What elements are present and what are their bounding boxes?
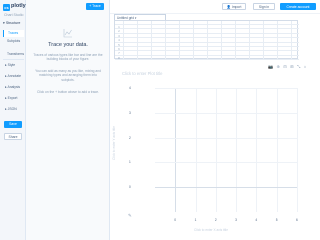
logo-mark: cs bbox=[3, 4, 10, 11]
grid-column-line bbox=[207, 21, 208, 60]
save-button[interactable]: Save bbox=[4, 121, 22, 128]
y-tick-label: 2 bbox=[129, 135, 131, 140]
y-tick-label: 4 bbox=[129, 86, 131, 90]
sidebar-item-label: Style bbox=[7, 63, 16, 67]
app-root: cs plotly Chart Studio ▾ Structure Trace… bbox=[0, 0, 320, 240]
y-gridline bbox=[155, 112, 297, 114]
grid-row-number: 4 bbox=[118, 39, 120, 43]
x-gridline bbox=[175, 88, 176, 212]
x-gridline bbox=[276, 88, 278, 212]
panel-text: Traces of various types like bar and lin… bbox=[33, 53, 103, 62]
sidebar-item-json[interactable]: ▸ JSON bbox=[3, 106, 24, 113]
x-tick-label: 2 bbox=[214, 218, 217, 222]
import-label: Import bbox=[231, 5, 242, 9]
y-tick-label: 3 bbox=[129, 110, 131, 115]
logo-subtitle: Chart Studio bbox=[4, 13, 24, 17]
logo-text: plotly bbox=[11, 3, 26, 9]
grid-column-line bbox=[137, 21, 138, 60]
x-tick-label: 1 bbox=[194, 218, 197, 222]
y-tick-label: 0 bbox=[129, 185, 131, 190]
grid-column-line bbox=[263, 21, 264, 60]
x-axis-title[interactable]: Click to enter X axis title bbox=[194, 228, 228, 232]
sidebar-item-label: Annotate bbox=[7, 74, 22, 78]
x-tick-label: 3 bbox=[235, 218, 237, 222]
sidebar-item-annotate[interactable]: ▸ Annotate bbox=[3, 73, 24, 80]
chevron-down-icon: ▾ bbox=[3, 21, 5, 25]
sidebar-item-transforms[interactable]: Transforms bbox=[3, 51, 24, 58]
y-gridline bbox=[155, 137, 297, 139]
panel-title: Trace your data. bbox=[48, 42, 88, 48]
grid-column-line bbox=[123, 21, 124, 60]
y-gridline bbox=[155, 88, 297, 89]
grid-column-line bbox=[151, 21, 152, 60]
grid-row-number: 3 bbox=[118, 34, 120, 38]
line-chart-icon bbox=[63, 29, 72, 38]
grid-row-number: 5 bbox=[118, 43, 120, 47]
sidebar-item-label: Export bbox=[7, 96, 18, 100]
y-gridline bbox=[155, 187, 297, 188]
trace-panel: Trace your data. Traces of various types… bbox=[26, 0, 110, 240]
y-gridline bbox=[155, 162, 297, 163]
grid-column-line bbox=[249, 21, 250, 60]
create-account-button[interactable]: Create account bbox=[280, 3, 316, 10]
grid-column-line bbox=[179, 21, 180, 60]
chevron-right-icon: ▸ bbox=[5, 96, 7, 100]
edit-icon[interactable]: ✎ bbox=[128, 213, 132, 219]
grid-row-number: 2 bbox=[118, 30, 120, 34]
share-button[interactable]: Share bbox=[4, 133, 22, 140]
data-grid[interactable]: 12345678 bbox=[114, 20, 299, 61]
plot-title[interactable]: Click to enter Plot title bbox=[122, 71, 163, 76]
x-tick-label: 5 bbox=[275, 218, 278, 222]
x-gridline bbox=[215, 88, 217, 212]
structure-section-title[interactable]: ▾ Structure bbox=[3, 21, 25, 25]
signin-button[interactable]: Sign in bbox=[253, 3, 275, 10]
x-gridline bbox=[236, 88, 237, 212]
grid-column-line bbox=[277, 21, 278, 60]
sidebar-item-analysis[interactable]: ▸ Analysis bbox=[3, 84, 24, 91]
x-gridline bbox=[256, 88, 257, 212]
y-axis-title[interactable]: Click to enter Y axis title bbox=[112, 120, 116, 160]
add-trace-button[interactable]: + Trace bbox=[86, 3, 104, 10]
sidebar-item-label: JSON bbox=[7, 107, 17, 111]
x-tick-label: 4 bbox=[255, 218, 258, 222]
y-tick-label: 1 bbox=[129, 160, 131, 165]
user-icon: 👤 bbox=[226, 5, 231, 9]
grid-column-line bbox=[193, 21, 194, 60]
left-rail: cs plotly Chart Studio ▾ Structure Trace… bbox=[0, 0, 26, 240]
sidebar-item-subplots[interactable]: Subplots bbox=[3, 38, 24, 45]
grid-row-number: 8 bbox=[118, 56, 120, 60]
grid-column-line bbox=[221, 21, 222, 60]
panel-text: You can add as many as you like, mixing … bbox=[35, 69, 101, 82]
grid-row-number: 1 bbox=[118, 25, 120, 29]
grid-column-line bbox=[235, 21, 236, 60]
structure-label: Structure bbox=[5, 21, 21, 25]
x-tick-label: 6 bbox=[296, 218, 298, 222]
modebar[interactable]: 📷 ⊕ ⊟ ⊞ ⤡ ⌂ bbox=[268, 64, 306, 69]
grid-column-line bbox=[165, 21, 166, 60]
top-bar: + Trace 👤 Import Sign in Create account bbox=[86, 0, 320, 14]
sidebar-item-traces[interactable]: Traces bbox=[3, 30, 24, 37]
sidebar-item-export[interactable]: ▸ Export bbox=[3, 95, 24, 102]
grid-row-number: 6 bbox=[118, 47, 120, 51]
grid-row-number: 7 bbox=[118, 52, 120, 56]
logo[interactable]: cs plotly Chart Studio bbox=[3, 3, 26, 17]
x-tick-label: 0 bbox=[174, 218, 177, 222]
x-gridline bbox=[297, 88, 298, 212]
sidebar-item-label: Analysis bbox=[7, 85, 21, 89]
divider bbox=[3, 59, 24, 60]
sidebar-item-style[interactable]: ▸ Style bbox=[3, 62, 24, 69]
grid-column-line bbox=[291, 21, 292, 60]
import-button[interactable]: 👤 Import bbox=[222, 3, 246, 10]
chevron-right-icon: ▸ bbox=[5, 63, 7, 67]
chevron-right-icon: ▸ bbox=[5, 107, 7, 111]
panel-text: Click on the + button above to add a tra… bbox=[36, 90, 100, 94]
x-gridline bbox=[195, 88, 197, 212]
